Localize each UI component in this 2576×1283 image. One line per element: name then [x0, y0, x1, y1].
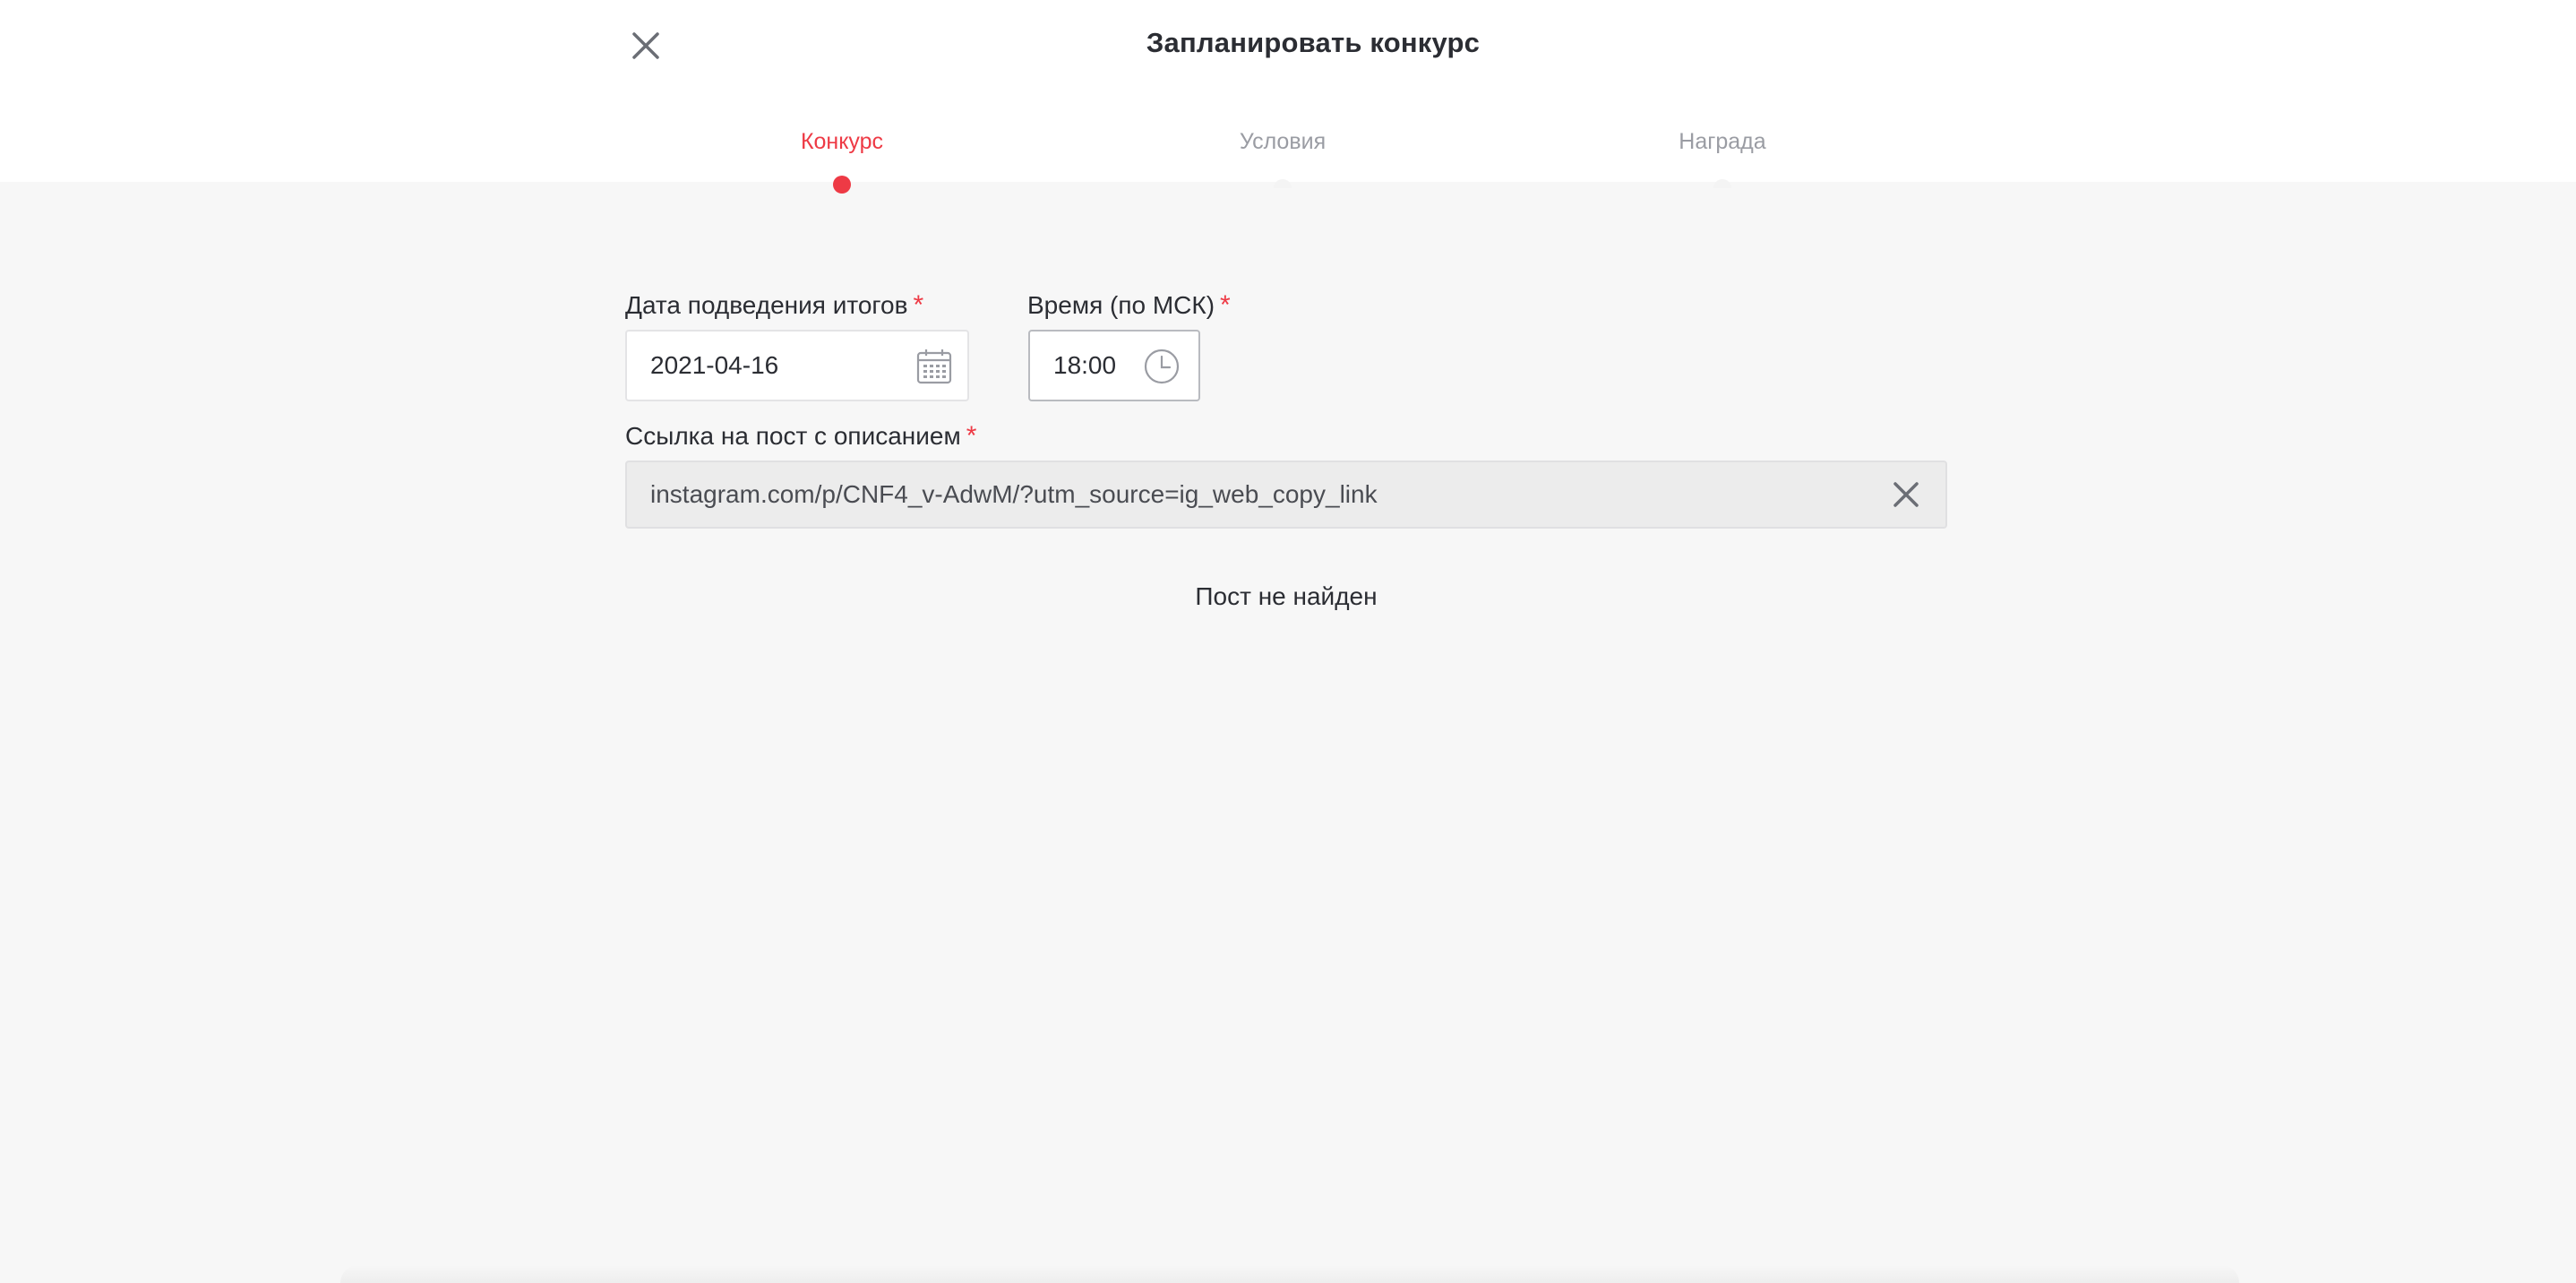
post-link-label-text: Ссылка на пост с описанием [625, 422, 961, 450]
clear-icon[interactable] [1886, 475, 1926, 514]
time-field-label: Время (по МСК) * [1027, 290, 1231, 321]
post-link-input[interactable]: instagram.com/p/CNF4_v-AdwM/?utm_source=… [625, 461, 1947, 529]
tab-contest[interactable]: Конкурс [708, 129, 976, 155]
required-mark: * [966, 421, 977, 451]
date-value: 2021-04-16 [650, 351, 779, 379]
time-label-text: Время (по МСК) [1027, 291, 1215, 319]
modal-header: Запланировать конкурс Конкурс Условия На… [0, 0, 2576, 182]
calendar-icon[interactable] [915, 348, 953, 385]
date-field-label: Дата подведения итогов * [625, 290, 923, 321]
required-mark: * [1220, 290, 1231, 320]
required-mark: * [913, 290, 924, 320]
time-input[interactable]: 18:00 [1028, 330, 1200, 401]
date-input[interactable]: 2021-04-16 [625, 330, 969, 401]
tab-conditions[interactable]: Условия [1148, 129, 1417, 155]
time-value: 18:00 [1053, 351, 1117, 379]
post-link-label: Ссылка на пост с описанием * [625, 421, 976, 452]
tab-reward[interactable]: Награда [1588, 129, 1857, 155]
page-title: Запланировать конкурс [1146, 27, 1481, 58]
clock-icon[interactable] [1143, 348, 1181, 385]
post-link-value: instagram.com/p/CNF4_v-AdwM/?utm_source=… [650, 480, 1378, 508]
date-label-text: Дата подведения итогов [625, 291, 908, 319]
bottom-panel-edge [340, 1265, 2239, 1283]
post-not-found-message: Пост не найден [1195, 582, 1378, 610]
step-indicator-active [833, 176, 851, 194]
